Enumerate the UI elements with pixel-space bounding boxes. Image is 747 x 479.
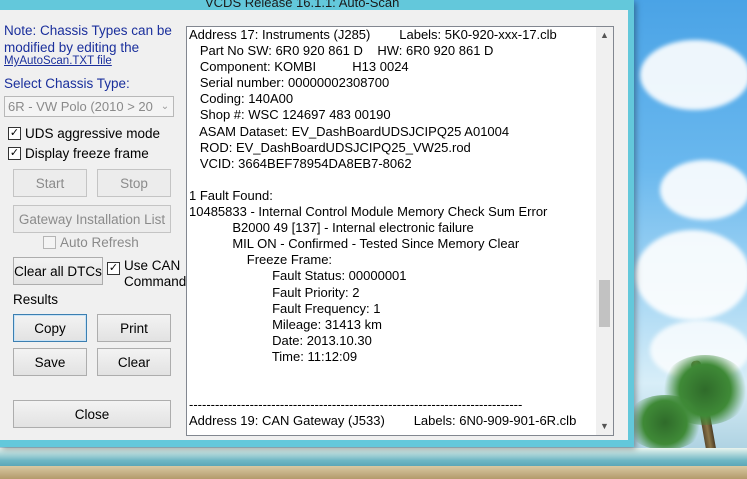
chevron-down-icon[interactable]: ▼ [596, 418, 613, 435]
use-can-command-checkbox[interactable]: ✓ Use CAN Command [107, 258, 186, 290]
uds-aggressive-label: UDS aggressive mode [25, 126, 161, 141]
palm-leaves [625, 395, 705, 450]
checkmark-icon: ✓ [8, 147, 21, 160]
result-line: 1 Fault Found: [189, 187, 273, 203]
start-button[interactable]: Start [13, 169, 87, 197]
cloud [660, 160, 747, 220]
vertical-scrollbar[interactable]: ▲ ▼ [596, 27, 613, 435]
stop-button[interactable]: Stop [97, 169, 171, 197]
result-line: Part No SW: 6R0 920 861 D HW: 6R0 920 86… [189, 43, 494, 59]
chassis-type-value: 6R - VW Polo (2010 > 20 [8, 99, 153, 114]
scrollbar-thumb[interactable] [599, 280, 610, 327]
results-textarea[interactable]: Address 17: Instruments (J285) Labels: 5… [186, 26, 614, 436]
checkmark-icon: ✓ [107, 262, 120, 275]
checkmark-icon: ✓ [8, 127, 21, 140]
result-line: MIL ON - Confirmed - Tested Since Memory… [189, 236, 520, 252]
window-client-area: Note: Chassis Types can be modified by e… [0, 10, 628, 440]
results-label: Results [13, 292, 59, 307]
clear-button[interactable]: Clear [97, 348, 171, 376]
result-line: Fault Status: 00000001 [189, 268, 407, 284]
chassis-note: Note: Chassis Types can be modified by e… [4, 23, 172, 55]
result-line [189, 172, 593, 188]
result-line: Time: 11:12:09 [189, 348, 358, 364]
chevron-up-icon[interactable]: ▲ [596, 27, 613, 44]
result-line: Date: 2013.10.30 [189, 332, 372, 348]
auto-refresh-checkbox[interactable]: Auto Refresh [43, 235, 139, 250]
result-line: Fault Priority: 2 [189, 284, 360, 300]
checkbox-box [43, 236, 56, 249]
result-line: Address 17: Instruments (J285) Labels: 5… [189, 27, 557, 42]
gateway-installation-list-button[interactable]: Gateway Installation List [13, 205, 171, 233]
title-bar[interactable]: VCDS Release 16.1.1: Auto-Scan [0, 0, 634, 10]
display-freeze-frame-checkbox[interactable]: ✓ Display freeze frame [8, 146, 149, 161]
result-line: Shop #: WSC 124697 483 00190 [189, 107, 391, 123]
result-line: Address 19: CAN Gateway (J533) Labels: 6… [189, 413, 577, 429]
result-line: Serial number: 00000002308700 [189, 75, 390, 91]
result-line: Fault Frequency: 1 [189, 300, 381, 316]
use-can-command-label: Use CAN Command [124, 258, 187, 289]
result-line: Freeze Frame: [189, 252, 333, 268]
display-freeze-frame-label: Display freeze frame [25, 146, 149, 161]
result-line: ROD: EV_DashBoardUDSJCIPQ25_VW25.rod [189, 139, 471, 155]
save-button[interactable]: Save [13, 348, 87, 376]
chevron-down-icon[interactable]: ⌄ [157, 97, 173, 116]
result-line: Coding: 140A00 [189, 91, 294, 107]
chassis-type-select[interactable]: 6R - VW Polo (2010 > 20 ⌄ [4, 96, 174, 117]
result-line: VCID: 3664BEF78954DA8EB7-8062 [189, 155, 412, 171]
uds-aggressive-checkbox[interactable]: ✓ UDS aggressive mode [8, 126, 160, 141]
copy-button[interactable]: Copy [13, 314, 87, 342]
result-line: ASAM Dataset: EV_DashBoardUDSJCIPQ25 A01… [189, 123, 510, 139]
autoscan-window: VCDS Release 16.1.1: Auto-Scan Note: Cha… [0, 0, 634, 447]
cloud [640, 40, 747, 110]
result-line: B2000 49 [137] - Internal electronic fai… [189, 220, 474, 236]
chassis-type-label: Select Chassis Type: [4, 76, 130, 91]
results-text: Address 17: Instruments (J285) Labels: 5… [189, 27, 593, 435]
sand [0, 466, 747, 479]
result-line [189, 381, 593, 397]
result-line: Mileage: 31413 km [189, 316, 382, 332]
window-title: VCDS Release 16.1.1: Auto-Scan [205, 0, 400, 10]
result-line: Component: KOMBI H13 0024 [189, 59, 409, 75]
result-line: 10485833 - Internal Control Module Memor… [189, 204, 548, 220]
myautoscan-link[interactable]: MyAutoScan.TXT file [4, 55, 112, 67]
auto-refresh-label: Auto Refresh [60, 235, 139, 250]
cloud [635, 230, 747, 320]
result-line: ----------------------------------------… [189, 397, 523, 413]
result-line [189, 365, 593, 381]
print-button[interactable]: Print [97, 314, 171, 342]
close-button[interactable]: Close [13, 400, 171, 428]
clear-all-dtcs-button[interactable]: Clear all DTCs [13, 257, 103, 285]
